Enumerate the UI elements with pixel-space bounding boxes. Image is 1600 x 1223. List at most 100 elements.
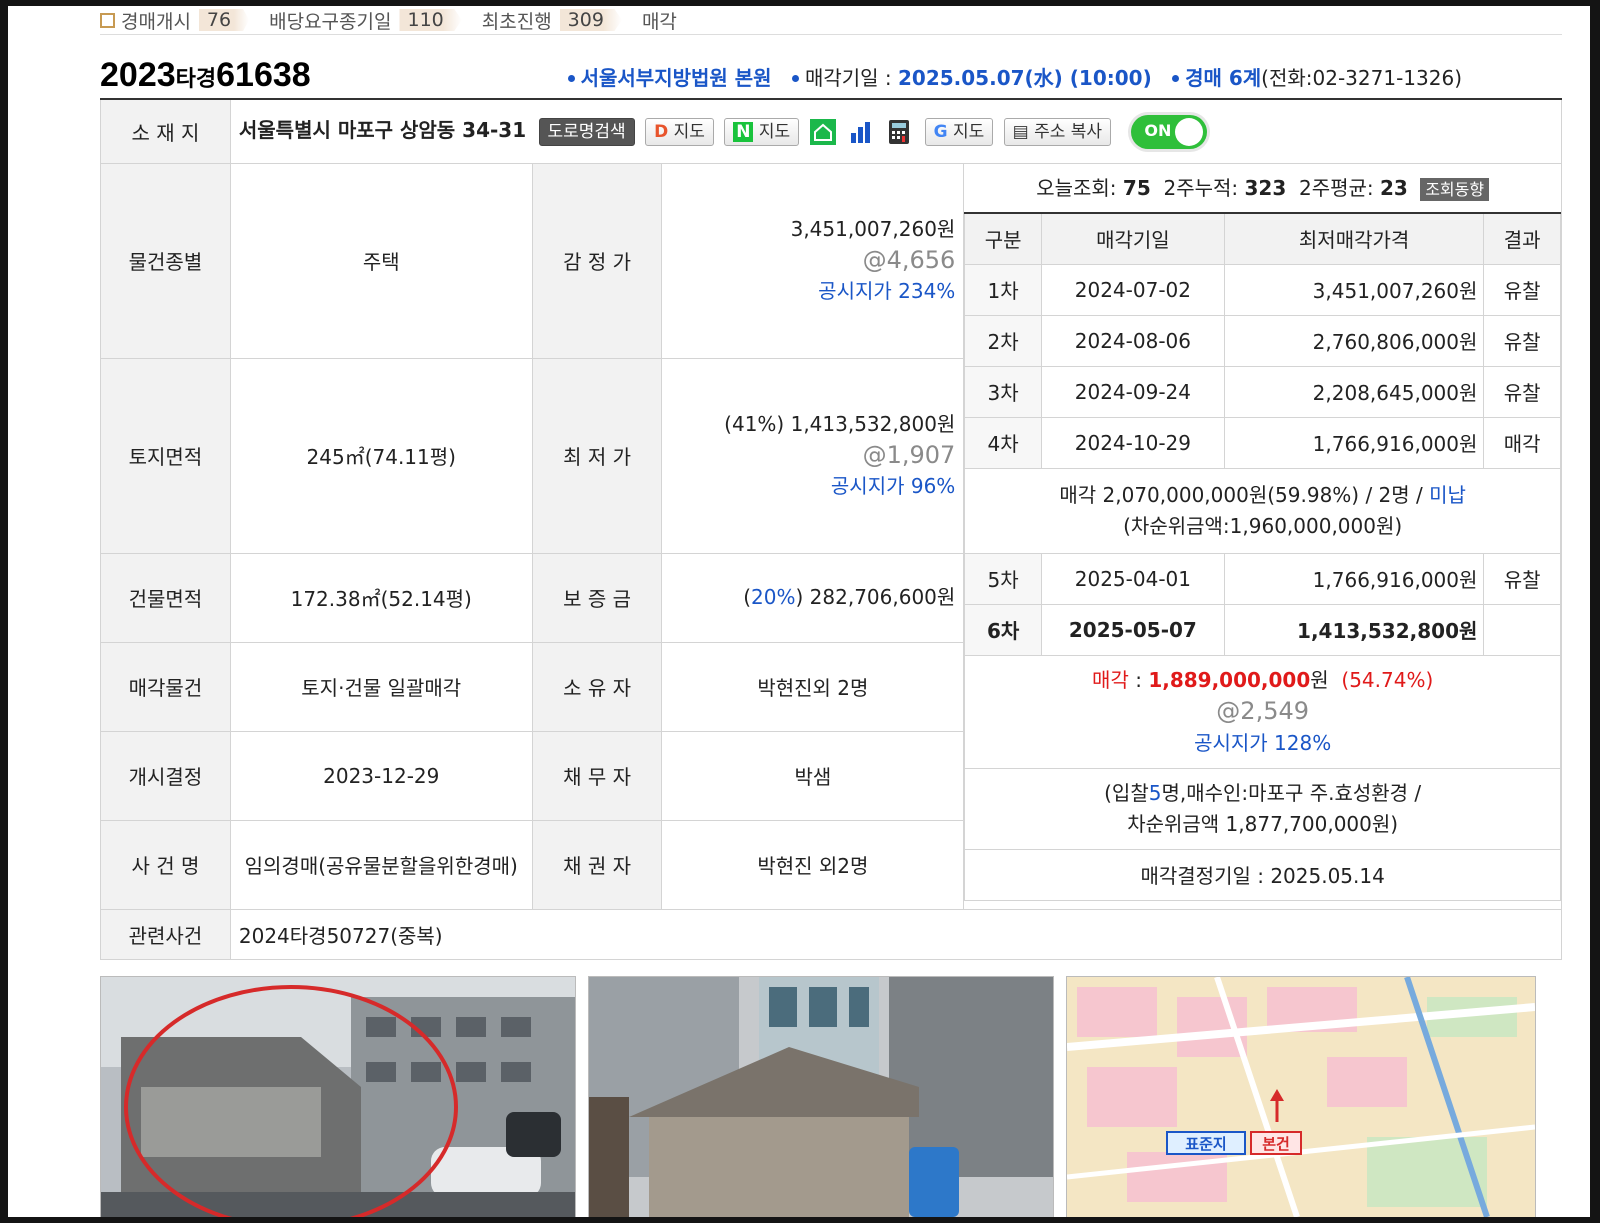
creditor-label: 채 권 자 — [531, 819, 663, 910]
history-date: 2025-05-07 — [1040, 603, 1225, 656]
history-result: 유찰 — [1483, 263, 1561, 316]
land-label: 토지면적 — [100, 357, 231, 554]
case-name-value: 임의경매(공유물분할을위한경매) — [229, 819, 533, 910]
naver-map-button[interactable]: N 지도 — [724, 117, 800, 146]
address-text: 서울특별시 마포구 상암동 34-31 — [238, 118, 527, 142]
case-info: 서울서부지방법원 본원 매각기일 : 2025.05.07(水) (10:00)… — [554, 62, 1462, 91]
dept-link[interactable]: 경매 6계 — [1185, 66, 1261, 90]
bid-buyer: 명,매수인:마포구 주.효성환경 / — [1161, 780, 1422, 805]
copy-address-button[interactable]: ▤ 주소 복사 — [1003, 117, 1112, 146]
avg-views-label: 2주평균: — [1298, 175, 1374, 200]
history-header: 구분 — [964, 212, 1042, 265]
map-label-standard: 표준지 — [1185, 1135, 1226, 1153]
house-icon[interactable] — [809, 118, 836, 145]
sale-object-label: 매각물건 — [100, 641, 231, 732]
history-price: 3,451,007,260원 — [1223, 263, 1485, 316]
sale-date-label: 매각기일 : — [804, 66, 898, 90]
view-trend-button[interactable]: 조회동향 — [1420, 177, 1490, 201]
photo-strip: 표준지 본건 — [100, 976, 1562, 1217]
today-views-label: 오늘조회: — [1036, 175, 1117, 200]
bid-count: 5 — [1148, 780, 1162, 805]
history-price: 1,766,916,000원 — [1223, 552, 1485, 605]
court-link[interactable]: 서울서부지방법원 본원 — [581, 66, 772, 90]
bid-runner-up: 차순위금액 1,877,700,000원) — [1127, 811, 1399, 836]
chart-icon[interactable] — [847, 118, 874, 145]
decision-date: 매각결정기일 : 2025.05.14 — [964, 848, 1561, 901]
history-round: 3차 — [964, 365, 1042, 418]
history-result: 매각 — [1483, 416, 1561, 469]
min-price-label: 최 저 가 — [531, 357, 663, 554]
sale-object-value: 토지·건물 일괄매각 — [229, 641, 533, 732]
min-price-cell: (41%) 1,413,532,800원 @1,907 공시지가 96% — [661, 357, 965, 554]
history-round: 4차 — [964, 416, 1042, 469]
bullet-icon — [567, 75, 575, 82]
twoweek-views: 323 — [1244, 175, 1287, 200]
type-value[interactable]: 주택 — [229, 162, 533, 359]
min-unit-price: @1,907 — [862, 441, 956, 469]
bid-pre: (입찰 — [1104, 780, 1149, 805]
min-price-ratio[interactable]: 공시지가 96% — [670, 471, 955, 502]
map-toggle[interactable]: ON — [1131, 114, 1208, 149]
final-sale-unit-price: @2,549 — [1216, 696, 1310, 725]
deposit-amount: 282,706,600원 — [809, 585, 956, 609]
road-search-button[interactable]: 도로명검색 — [538, 117, 635, 146]
appraisal-label: 감 정 가 — [531, 162, 663, 359]
deposit-pct: 20% — [751, 585, 796, 609]
google-map-button[interactable]: G 지도 — [924, 117, 994, 146]
case-name-label: 사 건 명 — [100, 819, 231, 910]
topbar-count: 76 — [198, 9, 250, 31]
history-date: 2024-09-24 — [1040, 365, 1225, 418]
topbar-count: 110 — [399, 9, 462, 31]
appraisal-unit-price: @4,656 — [862, 246, 956, 274]
location-label: 소 재 지 — [100, 98, 231, 164]
case-detail-table: 소 재 지 서울특별시 마포구 상암동 34-31 도로명검색 D 지도 N 지… — [100, 98, 1563, 960]
property-photo-image — [101, 977, 575, 1217]
unpaid-link[interactable]: 미납 — [1429, 483, 1466, 507]
dept-phone: (전화:02-3271-1326) — [1261, 66, 1462, 90]
avg-views: 23 — [1380, 175, 1408, 200]
debtor-value: 박샘 — [661, 730, 965, 821]
naver-map-label: 지도 — [758, 121, 791, 142]
land-value: 245㎡(74.11평) — [229, 357, 533, 554]
sale-history-table: 구분 매각기일 최저매각가격 결과 1차 2024-07-02 3,451,00… — [964, 211, 1561, 901]
property-photo-1[interactable] — [100, 976, 576, 1217]
start-decision-label: 개시결정 — [100, 730, 231, 821]
related-case-link[interactable]: 2024타경50727(중복) — [229, 908, 1563, 960]
naver-logo-icon: N — [733, 121, 754, 142]
daum-logo-icon: D — [654, 121, 669, 142]
debtor-label: 채 무 자 — [531, 730, 663, 821]
property-photo-2[interactable] — [588, 976, 1054, 1217]
daum-map-button[interactable]: D 지도 — [645, 117, 714, 146]
history-date: 2024-10-29 — [1040, 416, 1225, 469]
google-map-label: 지도 — [952, 121, 985, 142]
appraisal-cell: 3,451,007,260원 @4,656 공시지가 234% — [661, 162, 965, 359]
unpaid-note-sub: (차순위금액:1,960,000,000원) — [1123, 513, 1403, 538]
final-sale-ratio[interactable]: 공시지가 128% — [1194, 731, 1331, 755]
calculator-icon[interactable] — [886, 119, 912, 145]
final-sale-sep: : — [1128, 667, 1149, 692]
unpaid-note-main: 매각 2,070,000,000원(59.98%) / 2명 / — [1059, 482, 1430, 507]
topbar-count: 309 — [559, 9, 622, 31]
history-price: 2,760,806,000원 — [1223, 314, 1485, 367]
bullet-icon — [791, 75, 799, 82]
sale-date: 2025.05.07(水) (10:00) — [898, 66, 1152, 90]
final-sale-unit: 원 — [1310, 667, 1329, 692]
history-price: 2,208,645,000원 — [1223, 365, 1485, 418]
case-type: 타경 — [175, 66, 217, 91]
deposit-label: 보 증 금 — [531, 552, 663, 643]
location-map-thumbnail[interactable]: 표준지 본건 — [1066, 976, 1536, 1217]
appraisal-ratio[interactable]: 공시지가 234% — [670, 276, 955, 307]
history-row: 1차 2024-07-02 3,451,007,260원 유찰 — [964, 263, 1561, 316]
map-image: 표준지 본건 — [1067, 977, 1535, 1217]
history-result — [1483, 603, 1561, 656]
history-row: 3차 2024-09-24 2,208,645,000원 유찰 — [964, 365, 1561, 418]
history-row: 5차 2025-04-01 1,766,916,000원 유찰 — [964, 552, 1561, 605]
case-number: 2023타경61638 — [100, 56, 311, 95]
topbar-label: 최초진행 — [481, 10, 552, 33]
owner-value: 박현진외 2명 — [661, 641, 965, 732]
history-header: 최저매각가격 — [1223, 212, 1485, 265]
history-date: 2024-08-06 — [1040, 314, 1225, 367]
toggle-knob — [1175, 117, 1204, 146]
topbar-label: 매각 — [641, 10, 677, 33]
property-photo-image — [589, 977, 1053, 1217]
